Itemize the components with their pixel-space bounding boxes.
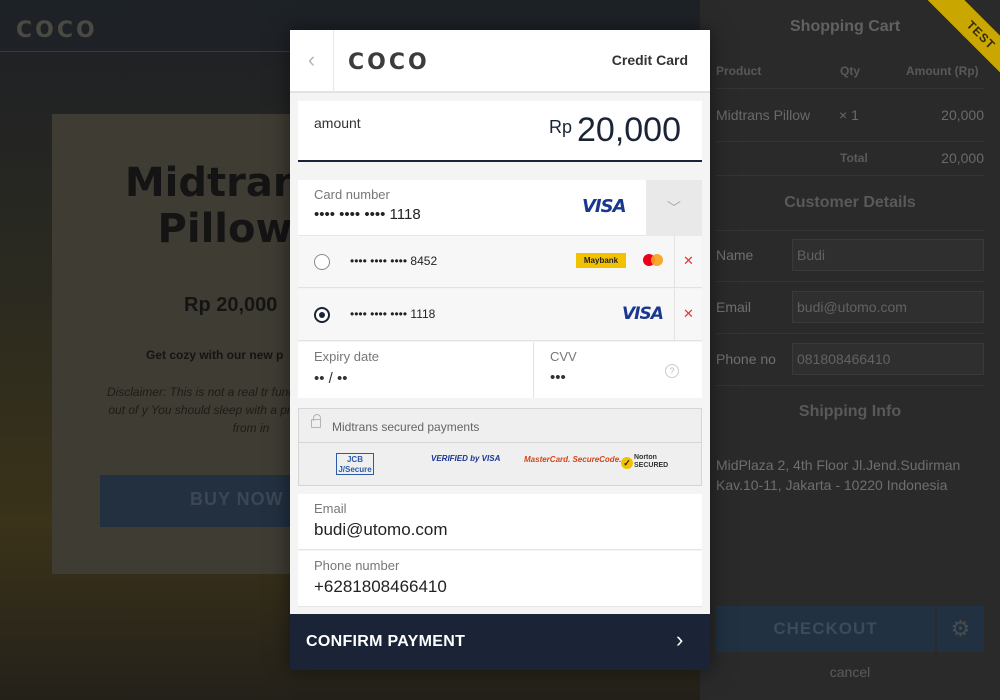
secured-payments-text: Midtrans secured payments (332, 420, 480, 434)
modal-header: ‹ COCO Credit Card (290, 30, 710, 93)
cvv-help-icon[interactable]: ? (665, 364, 679, 378)
card-number-field[interactable]: Card number •••• •••• •••• 1118 VISA ﹀ (298, 180, 702, 236)
email-field[interactable]: Email budi@utomo.com (298, 494, 702, 550)
payment-type-title: Credit Card (611, 52, 688, 68)
saved-card-radio-selected[interactable] (314, 307, 330, 323)
norton-secured-logo-icon: Norton SECURED (621, 454, 668, 474)
cvv-label: CVV (550, 349, 577, 364)
product-price: Rp 20,000 (184, 294, 278, 316)
settings-gear-icon: ⚙ (937, 606, 984, 652)
mastercard-securecode-logo-icon: MasterCard. SecureCode. (524, 455, 622, 464)
merchant-logo: COCO (16, 18, 98, 43)
email-label: Email (314, 501, 347, 516)
saved-cards-chevron-down-icon[interactable]: ﹀ (646, 180, 702, 236)
cart-item-amount: 20,000 (941, 107, 984, 123)
saved-card-number: •••• •••• •••• 1118 (350, 307, 436, 321)
expiry-date-label: Expiry date (314, 349, 380, 364)
card-number-value[interactable]: •••• •••• •••• 1118 (314, 206, 421, 223)
cart-total-row: Total 20,000 (716, 142, 984, 176)
phone-number-value[interactable]: +6281808466410 (314, 577, 447, 597)
cart-item-product: Midtrans Pillow (716, 107, 811, 123)
shipping-info-title: Shipping Info (798, 403, 902, 420)
amount-value: 20,000 (577, 111, 681, 149)
saved-card-number: •••• •••• •••• 8452 (350, 254, 438, 268)
payment-modal: ‹ COCO Credit Card amount Rp 20,000 Card… (290, 30, 710, 670)
shopping-cart-panel: Shopping Cart 1 TEST Product Qty Amount … (700, 0, 1000, 700)
chevron-right-icon: › (676, 627, 684, 652)
visa-logo-icon: VISA (622, 304, 664, 324)
shipping-address: MidPlaza 2, 4th Floor Jl.Jend.Sudirman K… (716, 457, 961, 493)
visa-logo-icon: VISA (582, 196, 627, 217)
saved-card-option[interactable]: •••• •••• •••• 8452 Maybank ✕ (298, 236, 702, 288)
jcb-secure-logo-icon: JCB J/Secure (336, 453, 374, 475)
secured-payments-box: Midtrans secured payments JCB J/Secure V… (298, 408, 702, 486)
delete-card-close-icon[interactable]: ✕ (674, 289, 702, 341)
cart-total-label: Total (840, 151, 868, 165)
confirm-payment-button[interactable]: CONFIRM PAYMENT › (290, 614, 710, 670)
expiry-date-value[interactable]: •• / •• (314, 370, 348, 387)
customer-phone-input: 081808466410 (792, 343, 984, 375)
saved-card-radio[interactable] (314, 254, 330, 270)
expiry-date-field[interactable]: Expiry date •• / •• (298, 342, 534, 398)
customer-details-title: Customer Details (784, 194, 916, 211)
cart-item-row: Midtrans Pillow × 1 20,000 (716, 88, 984, 142)
mastercard-logo-icon (643, 253, 665, 267)
saved-card-option[interactable]: •••• •••• •••• 1118 VISA ✕ (298, 289, 702, 341)
cart-title: Shopping Cart (790, 18, 901, 35)
phone-number-label: Phone number (314, 558, 400, 573)
cvv-value[interactable]: ••• (550, 369, 566, 386)
customer-email-input: budi@utomo.com (792, 291, 984, 323)
delete-card-close-icon[interactable]: ✕ (674, 236, 702, 288)
phone-number-field[interactable]: Phone number +6281808466410 (298, 551, 702, 607)
amount-display: amount Rp 20,000 (298, 101, 702, 162)
customer-name-label: Name (716, 247, 754, 263)
verified-by-visa-logo-icon: VERIFIED by VISA (431, 454, 501, 463)
cvv-field[interactable]: CVV ••• ? (534, 342, 702, 398)
column-header-product: Product (716, 64, 762, 78)
customer-email-label: Email (716, 299, 752, 315)
cancel-link: cancel (829, 664, 871, 680)
customer-name-input: Budi (792, 239, 984, 271)
back-chevron-icon[interactable]: ‹ (290, 30, 334, 93)
lock-icon (311, 414, 321, 428)
merchant-logo: COCO (348, 50, 430, 75)
secured-payments-header: Midtrans secured payments (299, 409, 701, 443)
buy-now-button: BUY NOW (100, 475, 300, 527)
product-description: Get cozy with our new p (146, 348, 284, 362)
confirm-payment-label: CONFIRM PAYMENT (306, 633, 466, 650)
amount-currency: Rp (549, 117, 573, 137)
cart-item-qty: × 1 (839, 107, 859, 123)
maybank-logo-icon: Maybank (576, 253, 626, 268)
column-header-qty: Qty (840, 64, 861, 78)
column-header-amount: Amount (Rp) (906, 64, 979, 78)
cart-total-value: 20,000 (941, 150, 984, 166)
amount-label: amount (314, 115, 361, 131)
card-number-label: Card number (314, 187, 390, 202)
customer-phone-label: Phone no (716, 351, 776, 367)
checkout-button: CHECKOUT (716, 606, 935, 652)
email-value[interactable]: budi@utomo.com (314, 520, 448, 540)
